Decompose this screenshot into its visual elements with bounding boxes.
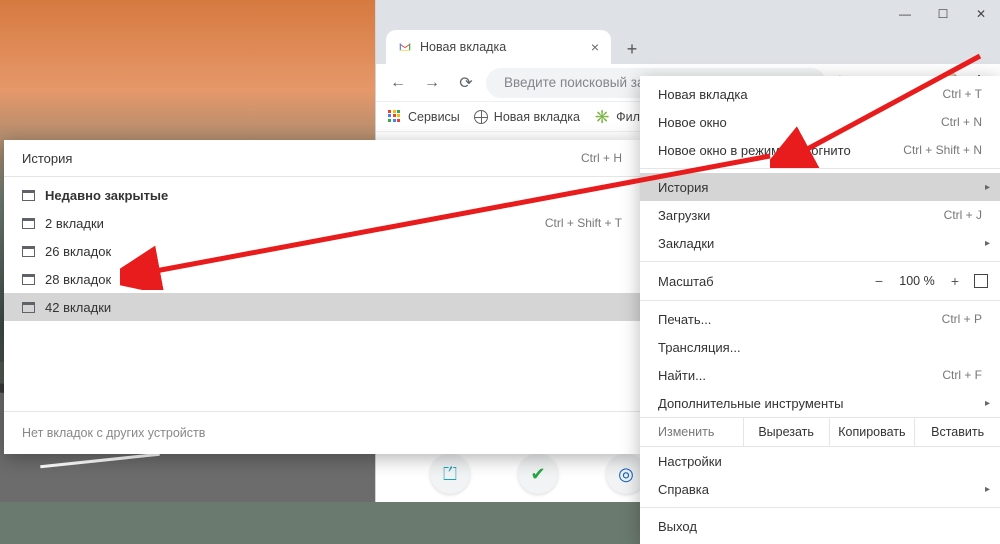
menu-edit-row: Изменить Вырезать Копировать Вставить [640, 417, 1000, 447]
menu-separator [4, 176, 640, 177]
history-item[interactable]: 42 вкладки [4, 293, 640, 321]
zoom-out-button[interactable]: − [866, 273, 892, 289]
menu-separator [640, 168, 1000, 169]
menu-history[interactable]: История▸ [640, 173, 1000, 201]
menu-zoom-row: Масштаб − 100 % + [640, 266, 1000, 296]
shortcut-tile[interactable]: ✔ [518, 454, 558, 494]
tab-close-icon[interactable]: × [591, 39, 599, 55]
apps-grid-icon [388, 110, 402, 124]
chrome-main-menu: Новая вкладкаCtrl + T Новое окноCtrl + N… [640, 76, 1000, 544]
bookmark-apps[interactable]: Сервисы [388, 110, 460, 124]
menu-cast[interactable]: Трансляция... [640, 333, 1000, 361]
menu-more-tools[interactable]: Дополнительные инструменты▸ [640, 389, 1000, 417]
window-icon [22, 218, 35, 229]
reload-button[interactable]: ⟳ [452, 69, 480, 97]
new-tab-button[interactable]: + [617, 34, 647, 64]
menu-separator [640, 507, 1000, 508]
forward-button[interactable]: → [418, 69, 446, 97]
chevron-right-icon: ▸ [985, 182, 990, 193]
edit-label: Изменить [640, 418, 744, 446]
history-submenu: История Ctrl + H Недавно закрытые 2 вкла… [4, 140, 640, 454]
chevron-right-icon: ▸ [985, 398, 990, 409]
menu-help[interactable]: Справка▸ [640, 475, 1000, 503]
pinwheel-icon: ✳️ [594, 109, 610, 125]
window-close-button[interactable]: ✕ [962, 0, 1000, 28]
fullscreen-icon[interactable] [974, 274, 988, 288]
menu-downloads[interactable]: ЗагрузкиCtrl + J [640, 201, 1000, 229]
history-item[interactable]: 26 вкладок [4, 237, 640, 265]
tab-title: Новая вкладка [420, 40, 506, 54]
window-titlebar: ― ☐ ✕ [376, 0, 1000, 28]
window-icon [22, 190, 35, 201]
tab-strip: Новая вкладка × + [376, 28, 1000, 64]
window-icon [22, 302, 35, 313]
history-item[interactable]: 28 вкладок [4, 265, 640, 293]
zoom-value: 100 % [892, 274, 942, 288]
shortcut-tile[interactable]: ⏍ [430, 454, 470, 494]
menu-exit[interactable]: Выход [640, 512, 1000, 540]
window-minimize-button[interactable]: ― [886, 0, 924, 28]
menu-separator [640, 300, 1000, 301]
menu-find[interactable]: Найти...Ctrl + F [640, 361, 1000, 389]
history-title-row[interactable]: История Ctrl + H [4, 144, 640, 172]
zoom-in-button[interactable]: + [942, 273, 968, 289]
menu-bookmarks[interactable]: Закладки▸ [640, 229, 1000, 257]
edit-paste[interactable]: Вставить [915, 418, 1000, 446]
bookmark-newtab[interactable]: Новая вкладка [474, 110, 580, 124]
edit-cut[interactable]: Вырезать [744, 418, 830, 446]
chevron-right-icon: ▸ [985, 238, 990, 249]
history-footer: Нет вкладок с других устройств [4, 411, 640, 454]
browser-tab[interactable]: Новая вкладка × [386, 30, 611, 64]
menu-new-tab[interactable]: Новая вкладкаCtrl + T [640, 80, 1000, 108]
menu-new-window[interactable]: Новое окноCtrl + N [640, 108, 1000, 136]
window-maximize-button[interactable]: ☐ [924, 0, 962, 28]
back-button[interactable]: ← [384, 69, 412, 97]
history-item[interactable]: 2 вкладки Ctrl + Shift + T [4, 209, 640, 237]
chevron-right-icon: ▸ [985, 484, 990, 495]
edit-copy[interactable]: Копировать [830, 418, 916, 446]
gmail-icon [398, 40, 412, 54]
window-icon [22, 246, 35, 257]
window-icon [22, 274, 35, 285]
globe-icon [474, 110, 488, 124]
menu-settings[interactable]: Настройки [640, 447, 1000, 475]
recently-closed-header: Недавно закрытые [4, 181, 640, 209]
menu-print[interactable]: Печать...Ctrl + P [640, 305, 1000, 333]
menu-separator [640, 261, 1000, 262]
menu-incognito[interactable]: Новое окно в режиме инкогнитоCtrl + Shif… [640, 136, 1000, 164]
